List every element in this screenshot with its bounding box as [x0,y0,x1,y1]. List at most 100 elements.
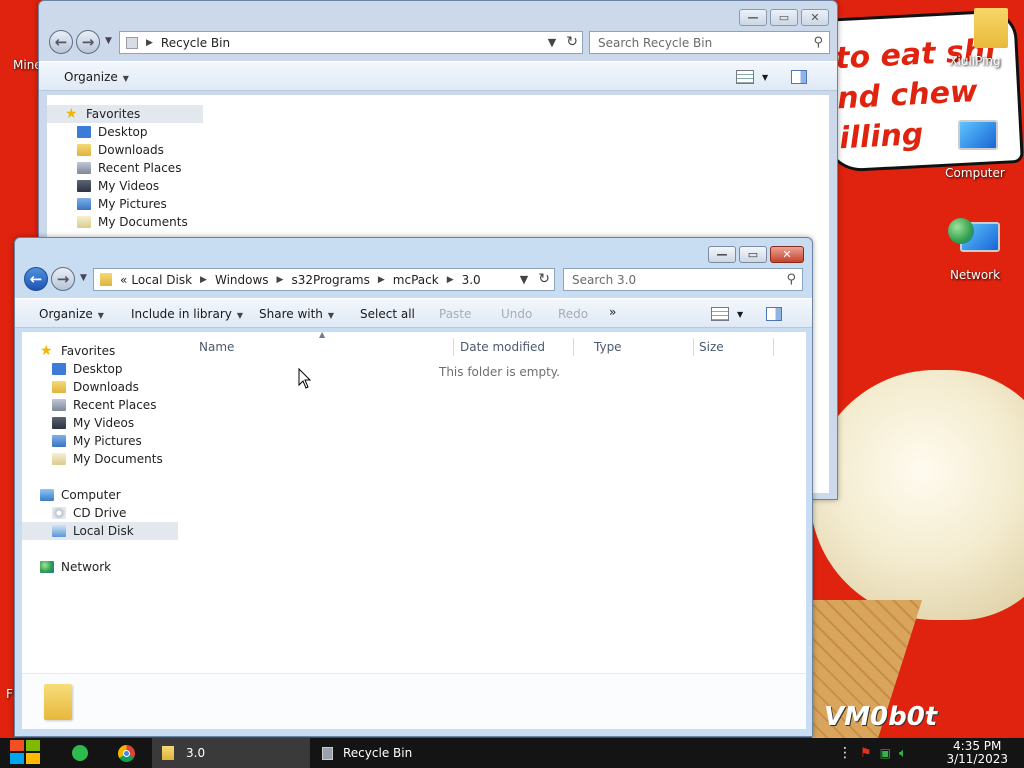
forward-button[interactable]: → [76,30,100,54]
desktop-icon-label: XiuliPing [949,54,1001,68]
organize-button[interactable]: Organize ▼ [64,70,129,84]
more-commands-button[interactable]: » [609,305,616,319]
nav-my-pictures[interactable]: My Pictures [77,195,167,213]
nav-my-pictures[interactable]: My Pictures [52,432,142,450]
paste-button[interactable]: Paste [439,307,471,321]
view-options-dropdown[interactable]: ▼ [762,73,768,82]
tray-overflow-icon[interactable]: ⋮ [838,745,852,761]
nav-downloads[interactable]: Downloads [52,378,139,396]
desktop-icon-partial-letter[interactable]: F [6,687,13,701]
column-divider[interactable] [693,338,694,356]
breadcrumb-windows[interactable]: Windows [215,273,269,287]
column-header-size[interactable]: Size [699,332,724,358]
breadcrumb-3-0[interactable]: 3.0 [462,273,481,287]
refresh-icon[interactable]: ↻ [566,34,578,50]
breadcrumb-separator-icon[interactable]: ▶ [200,275,207,285]
breadcrumb-s32programs[interactable]: s32Programs [291,273,369,287]
breadcrumb-recycle-bin[interactable]: Recycle Bin [161,36,230,50]
close-button[interactable]: ✕ [770,246,804,263]
nav-my-documents[interactable]: My Documents [52,450,163,468]
pinned-chrome[interactable] [118,738,135,768]
redo-button[interactable]: Redo [558,307,588,321]
breadcrumb-separator-icon[interactable]: ▶ [378,275,385,285]
title-bar[interactable]: — ▭ ✕ [39,1,837,27]
breadcrumb-overflow[interactable]: « [120,273,127,287]
address-bar[interactable]: ▶ Recycle Bin ▼ ↻ [119,31,583,54]
breadcrumb-separator-icon[interactable]: ▶ [146,38,153,48]
breadcrumb-local-disk[interactable]: Local Disk [131,273,192,287]
nav-favorites[interactable]: ★ Favorites [47,105,203,123]
column-header-date-modified[interactable]: Date modified [460,332,545,358]
back-button[interactable]: ← [24,267,48,291]
nav-my-videos[interactable]: My Videos [77,177,159,195]
forward-button[interactable]: → [51,267,75,291]
nav-label: Recent Places [98,161,182,175]
column-divider[interactable] [573,338,574,356]
volume-icon[interactable]: 🔈︎ [899,746,907,761]
column-header-name[interactable]: Name [199,332,234,358]
select-all-button[interactable]: Select all [360,307,415,321]
pinned-app-green[interactable] [72,738,88,768]
change-view-icon[interactable] [711,307,729,321]
nav-cd-drive[interactable]: CD Drive [52,504,126,522]
nav-recent-places[interactable]: Recent Places [77,159,181,177]
address-dropdown-icon[interactable]: ▼ [548,36,556,49]
clock[interactable]: 4:35 PM 3/11/2023 [946,740,1008,766]
undo-button[interactable]: Undo [501,307,532,321]
back-button[interactable]: ← [49,30,73,54]
taskbar-button-recycle-bin[interactable]: Recycle Bin [312,738,470,768]
file-list[interactable]: Name ▲ Date modified Type Size This fold… [182,330,806,729]
nav-my-videos[interactable]: My Videos [52,414,134,432]
nav-local-disk[interactable]: Local Disk [22,522,178,540]
start-button[interactable] [10,740,42,766]
desktop-icon-computer[interactable]: Computer [938,120,1012,180]
refresh-icon[interactable]: ↻ [538,271,550,287]
action-center-flag-icon[interactable]: ⚑ [860,746,872,761]
taskbar-button-label: Recycle Bin [343,746,413,760]
breadcrumb-separator-icon[interactable]: ▶ [447,275,454,285]
change-view-icon[interactable] [736,70,754,84]
organize-button[interactable]: Organize ▼ [39,307,104,321]
column-divider[interactable] [773,338,774,356]
preview-pane-icon[interactable] [791,70,807,84]
nav-computer[interactable]: Computer [40,486,121,504]
address-bar[interactable]: « Local Disk ▶ Windows ▶ s32Programs ▶ m… [93,268,555,291]
close-button[interactable]: ✕ [801,9,829,26]
minimize-button[interactable]: — [708,246,736,263]
search-input[interactable]: Search 3.0 ⚲ [563,268,803,291]
folder-small-icon [100,273,112,286]
folder-window-3-0[interactable]: — ▭ ✕ ← → ▼ « Local Disk ▶ Windows ▶ s32… [14,237,813,737]
search-icon[interactable]: ⚲ [786,272,796,287]
nav-recent-places[interactable]: Recent Places [52,396,156,414]
minimize-button[interactable]: — [739,9,767,26]
network-tray-icon[interactable]: ▣ [880,746,891,760]
breadcrumb-mcpack[interactable]: mcPack [393,273,439,287]
column-divider[interactable] [453,338,454,356]
include-in-library-button[interactable]: Include in library ▼ [131,307,243,321]
maximize-button[interactable]: ▭ [770,9,798,26]
maximize-button[interactable]: ▭ [739,246,767,263]
search-input[interactable]: Search Recycle Bin ⚲ [589,31,830,54]
search-icon[interactable]: ⚲ [813,35,823,50]
share-with-button[interactable]: Share with ▼ [259,307,334,321]
recent-pages-dropdown[interactable]: ▼ [80,273,87,283]
taskbar-button-3-0[interactable]: 3.0 [152,738,310,768]
preview-pane-icon[interactable] [766,307,782,321]
nav-desktop[interactable]: Desktop [52,360,123,378]
chevron-down-icon: ▼ [97,311,104,320]
nav-network[interactable]: Network [40,558,111,576]
nav-desktop[interactable]: Desktop [77,123,148,141]
view-options-dropdown[interactable]: ▼ [737,310,743,319]
breadcrumb-separator-icon[interactable]: ▶ [277,275,284,285]
recent-pages-dropdown[interactable]: ▼ [105,36,112,46]
nav-downloads[interactable]: Downloads [77,141,164,159]
desktop-icon-network[interactable]: Network [938,218,1012,282]
column-header-type[interactable]: Type [594,332,622,358]
address-dropdown-icon[interactable]: ▼ [520,273,528,286]
nav-favorites[interactable]: ★ Favorites [40,342,115,360]
title-bar[interactable]: — ▭ ✕ [15,238,812,264]
wallpaper-watermark: VM0b0t [824,702,938,732]
nav-my-documents[interactable]: My Documents [77,213,188,231]
desktop-icon-user-folder[interactable]: XiuliPing [938,8,1012,68]
windows-logo-piece [26,753,40,764]
